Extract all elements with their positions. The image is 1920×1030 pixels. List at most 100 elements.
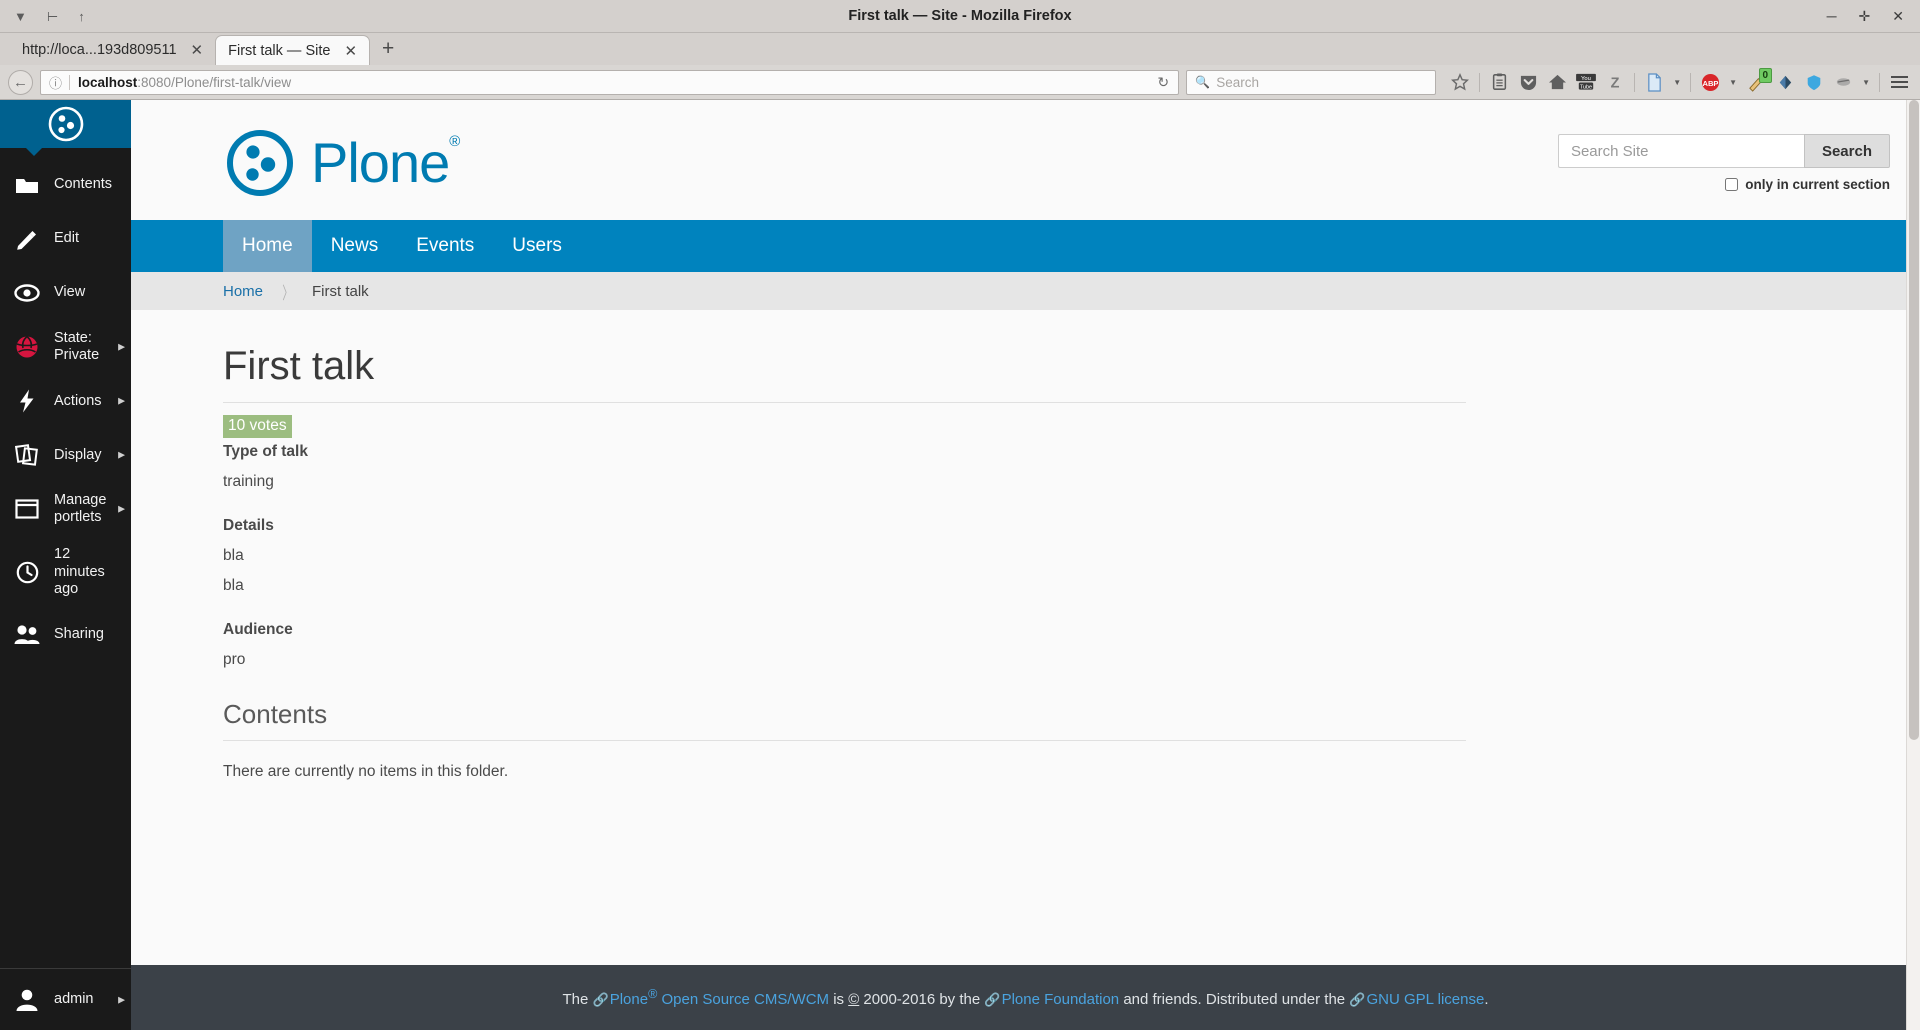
- footer-prefix: The: [563, 991, 593, 1008]
- scrollbar-thumb[interactable]: [1909, 100, 1919, 740]
- close-tab-icon[interactable]: ✕: [191, 41, 204, 59]
- contents-heading: Contents: [223, 699, 1890, 730]
- pencil-icon: [14, 228, 40, 250]
- browser-window: ▼ ⊢ ↑ First talk — Site - Mozilla Firefo…: [0, 0, 1920, 1030]
- back-button[interactable]: ←: [8, 70, 33, 95]
- footer-colophon: The 🔗Plone® Open Source CMS/WCM is © 200…: [131, 987, 1920, 1008]
- field-label-type-of-talk: Type of talk: [223, 443, 1890, 461]
- sidebar-item-label: 12 minutes ago: [54, 546, 123, 597]
- sidebar-item-sharing[interactable]: Sharing: [0, 608, 131, 662]
- sidebar-item-modified-time[interactable]: 12 minutes ago: [0, 536, 131, 607]
- page-scrollbar[interactable]: [1906, 100, 1920, 1030]
- site-navigation: Home News Events Users: [131, 220, 1920, 272]
- close-tab-icon[interactable]: ✕: [344, 42, 357, 60]
- chevron-right-icon: ▶: [118, 994, 125, 1005]
- page-info-icon[interactable]: ⓘ: [49, 73, 62, 92]
- new-tab-button[interactable]: +: [370, 38, 406, 61]
- sidebar-item-label: Contents: [54, 176, 112, 193]
- svg-text:Z: Z: [1611, 75, 1620, 91]
- misc-addon-icon[interactable]: [1830, 69, 1856, 95]
- chevron-right-icon: ▶: [118, 396, 125, 407]
- sidebar-item-edit[interactable]: Edit: [0, 212, 131, 266]
- annotate-pen-icon[interactable]: 0: [1743, 69, 1769, 95]
- reload-icon[interactable]: ↻: [1152, 71, 1174, 93]
- clock-icon: [14, 561, 40, 584]
- only-current-section-checkbox[interactable]: [1725, 178, 1738, 191]
- footer-plone-link[interactable]: Plone® Open Source CMS/WCM: [610, 991, 829, 1008]
- search-section-option[interactable]: only in current section: [1558, 177, 1890, 192]
- zotero-icon[interactable]: Z: [1602, 69, 1628, 95]
- admin-user-label: admin: [54, 991, 94, 1008]
- nav-item-home[interactable]: Home: [223, 220, 312, 272]
- search-placeholder: Search: [1216, 75, 1259, 90]
- url-bar[interactable]: ⓘ localhost:8080/Plone/first-talk/view ↻: [40, 70, 1179, 95]
- reader-list-icon[interactable]: [1486, 69, 1512, 95]
- plone-toolbar-logo[interactable]: [0, 100, 131, 148]
- sidebar-item-manage-portlets[interactable]: Manage portlets ▶: [0, 482, 131, 536]
- only-current-section-label: only in current section: [1745, 177, 1890, 192]
- pocket-icon[interactable]: [1515, 69, 1541, 95]
- chevron-right-icon: ▶: [118, 342, 125, 353]
- bookmark-star-icon[interactable]: [1447, 69, 1473, 95]
- main-content: First talk 10 votes Type of talk trainin…: [131, 310, 1920, 965]
- tab-list-icon[interactable]: ⊢: [47, 10, 58, 23]
- footer-license-link[interactable]: GNU GPL license: [1366, 991, 1484, 1008]
- nav-item-users[interactable]: Users: [493, 220, 581, 272]
- toolbar-divider: [1690, 73, 1691, 92]
- caret-down-icon[interactable]: ▼: [14, 10, 27, 23]
- sidebar-item-label: Sharing: [54, 626, 104, 643]
- nav-item-news[interactable]: News: [312, 220, 398, 272]
- breadcrumb-home-link[interactable]: Home: [223, 283, 263, 300]
- sidebar-item-display[interactable]: Display ▶: [0, 428, 131, 482]
- browser-tab-1[interactable]: http://loca...193d809511 ✕: [10, 35, 215, 65]
- up-arrow-icon[interactable]: ↑: [78, 10, 85, 23]
- site-logo[interactable]: Plone®: [223, 126, 459, 200]
- misc-dropdown-caret-icon[interactable]: ▼: [1859, 78, 1873, 87]
- site-search-input[interactable]: Search Site: [1558, 134, 1804, 168]
- browser-search-box[interactable]: 🔍 Search: [1186, 70, 1436, 95]
- maximize-button[interactable]: ✛: [1859, 9, 1871, 23]
- sidebar-item-label: View: [54, 284, 85, 301]
- link-icon: 🔗: [593, 992, 609, 1007]
- document-dropdown-caret-icon[interactable]: ▼: [1670, 78, 1684, 87]
- people-icon: [14, 624, 40, 645]
- tab-title: http://loca...193d809511: [22, 42, 177, 58]
- sidebar-item-actions[interactable]: Actions ▶: [0, 374, 131, 428]
- close-window-button[interactable]: ✕: [1892, 9, 1904, 23]
- adblock-dropdown-caret-icon[interactable]: ▼: [1726, 78, 1740, 87]
- youtube-icon[interactable]: YouTube: [1573, 69, 1599, 95]
- browser-tab-2[interactable]: First talk — Site ✕: [215, 35, 370, 65]
- sidebar-item-label: Manage portlets: [54, 492, 123, 526]
- menu-icon[interactable]: [1886, 69, 1912, 95]
- sidebar-item-admin-user[interactable]: admin ▶: [0, 968, 131, 1030]
- footer-mid-2: and friends. Distributed under the: [1119, 991, 1349, 1008]
- lightning-bolt-icon: [14, 389, 40, 413]
- footer-foundation-link[interactable]: Plone Foundation: [1002, 991, 1120, 1008]
- sidebar-item-state-private[interactable]: State: Private ▶: [0, 320, 131, 374]
- sidebar-item-view[interactable]: View: [0, 266, 131, 320]
- svg-text:You: You: [1581, 76, 1591, 82]
- footer-years: 2000-2016 by the: [859, 991, 984, 1008]
- nav-item-events[interactable]: Events: [397, 220, 493, 272]
- minimize-button[interactable]: ─: [1827, 9, 1837, 23]
- home-icon[interactable]: [1544, 69, 1570, 95]
- contents-empty-message: There are currently no items in this fol…: [223, 763, 1890, 781]
- extension-toolbar: YouTube Z ▼ ABP ▼ 0: [1443, 69, 1912, 95]
- annotate-count-badge: 0: [1759, 68, 1773, 83]
- site-search-button[interactable]: Search: [1804, 134, 1890, 168]
- toolbar-divider: [1879, 73, 1880, 92]
- diamond-icon[interactable]: [1772, 69, 1798, 95]
- copyright-symbol: ©: [848, 991, 859, 1008]
- breadcrumb-separator-icon: 〉: [282, 279, 292, 304]
- tab-title: First talk — Site: [228, 43, 330, 59]
- document-icon[interactable]: [1641, 69, 1667, 95]
- field-label-details: Details: [223, 517, 1890, 535]
- footer-suffix: .: [1484, 991, 1488, 1008]
- ublock-icon[interactable]: [1801, 69, 1827, 95]
- sidebar-item-label: Display: [54, 447, 102, 464]
- sidebar-item-label: Edit: [54, 230, 79, 247]
- navigation-toolbar: ← ⓘ localhost:8080/Plone/first-talk/view…: [0, 65, 1920, 100]
- sidebar-item-contents[interactable]: Contents: [0, 158, 131, 212]
- search-icon: 🔍: [1195, 75, 1210, 89]
- adblock-plus-icon[interactable]: ABP: [1697, 69, 1723, 95]
